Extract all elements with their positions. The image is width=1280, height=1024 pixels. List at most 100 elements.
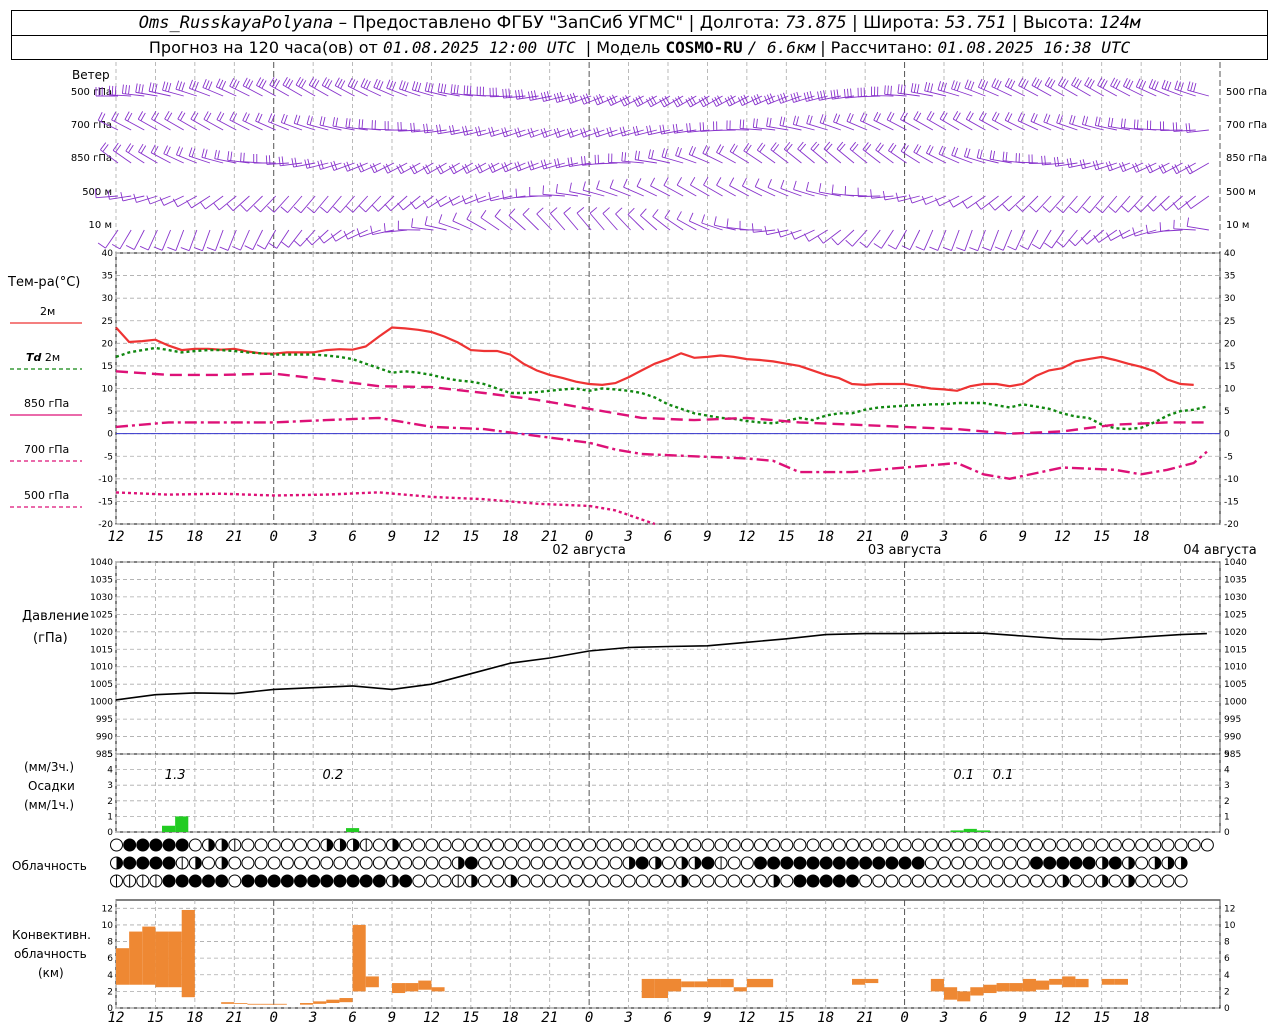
wind-barb-feather (729, 177, 735, 186)
wind-barb (729, 177, 750, 197)
wind-barb-feather (1056, 114, 1061, 123)
wind-barb (790, 229, 815, 240)
wind-barb-feather (675, 146, 680, 156)
wind-barb-feather (1125, 79, 1131, 88)
wind-barb-feather (186, 200, 192, 209)
cloud-symbol (478, 838, 491, 852)
cloud-symbol (556, 856, 570, 870)
cloud-circle (162, 874, 176, 888)
temp-ytick-left: 15 (102, 362, 113, 372)
cloud-symbol (977, 838, 991, 852)
cloud-symbol (517, 838, 531, 852)
wind-barb-feather (979, 149, 983, 159)
wind-barb (908, 194, 934, 204)
cloud-symbol (767, 856, 781, 870)
wind-barb-feather (1190, 82, 1194, 92)
wind-barb-staff (689, 220, 710, 231)
pressure-ytick-right: 1015 (1224, 645, 1247, 655)
cloud-circle (241, 838, 255, 852)
precip-ytick-right: 1 (1224, 812, 1230, 822)
temp-ytick-left: -10 (98, 475, 113, 485)
wind-barb (1121, 195, 1144, 213)
cloud-symbol (727, 874, 741, 888)
conv-x-tick: 15 (147, 1010, 164, 1024)
pressure-ytick-right: 1025 (1224, 610, 1247, 620)
cloud-symbol (556, 838, 570, 852)
wind-barb-feather (1007, 245, 1016, 251)
wind-barb-feather (649, 125, 652, 135)
conv-bar (129, 931, 143, 985)
conv-ytick-right: 0 (1224, 1004, 1230, 1014)
wind-barb-feather (702, 145, 708, 154)
conv-bar (746, 978, 760, 988)
cloud-circle (478, 856, 491, 870)
cloud-symbol (1148, 874, 1162, 888)
wind-barb (621, 152, 644, 164)
cloud-symbol (136, 838, 150, 852)
cloud-symbol (898, 838, 912, 852)
wind-barb-feather (202, 79, 207, 88)
wind-barb (849, 141, 868, 164)
wind-barb-feather (1002, 151, 1005, 161)
wind-barb-feather (901, 245, 911, 251)
wind-barb (240, 152, 263, 164)
temp-series-t700 (115, 416, 1208, 481)
wind-barb-feather (766, 117, 769, 127)
conv-bar (142, 926, 156, 985)
cloud-circle (964, 838, 978, 852)
conv-bar (1049, 978, 1063, 985)
conv-bar (720, 978, 734, 988)
wind-barb-staff (609, 129, 631, 137)
wind-level-label-right: 500 м (1226, 187, 1256, 198)
wind-barb-staff (767, 187, 789, 197)
cloud-circle (846, 874, 859, 888)
cloud-symbol (412, 838, 426, 852)
cloud-symbol (1148, 856, 1162, 870)
wind-barb-feather (1136, 119, 1139, 129)
cloud-circle (372, 838, 386, 852)
temp-series-t2m (115, 326, 1194, 392)
wind-barb-feather (806, 91, 810, 101)
cloud-symbol (399, 874, 413, 888)
wind-barb-feather (540, 92, 544, 102)
cloud-symbol (1187, 838, 1201, 852)
wind-barb-staff (281, 122, 303, 131)
cloud-symbol (451, 874, 465, 888)
wind-barb (1002, 151, 1025, 164)
wind-barb (242, 112, 263, 131)
wind-barb-feather (650, 177, 656, 187)
wind-barb-feather (648, 149, 651, 159)
wind-barb-staff (937, 229, 947, 251)
wind-barb (803, 229, 828, 242)
cloud-circle (517, 874, 531, 888)
wind-barb-feather (1004, 111, 1010, 121)
wind-barb (188, 79, 211, 97)
wind-barb (1132, 227, 1157, 237)
wind-barb-feather (956, 82, 961, 92)
wind-barb (475, 162, 500, 174)
cloud-circle (412, 838, 426, 852)
wind-barb (280, 113, 303, 131)
cloud-circle (307, 838, 321, 852)
wind-barb-feather (741, 177, 747, 187)
cloud-circle (846, 838, 859, 852)
cloud-circle (924, 856, 938, 870)
wind-barb-feather (951, 146, 956, 156)
wind-barb-feather (967, 80, 972, 90)
cloud-circle (714, 874, 728, 888)
wind-barb-feather (540, 160, 545, 170)
cloud-circle (491, 856, 505, 870)
cloud-half (1128, 857, 1135, 869)
cloud-circle (1135, 838, 1149, 852)
wind-barb-feather (426, 123, 429, 133)
cloud-circle (1174, 874, 1188, 888)
cloud-symbol (859, 838, 873, 852)
conv-bar (865, 978, 879, 984)
wind-barb-feather (954, 147, 959, 157)
wind-barb-feather (930, 83, 934, 93)
precip-ytick-right: 3 (1224, 781, 1230, 791)
wind-level-label-right: 700 гПа (1226, 120, 1267, 131)
wind-barb (1159, 222, 1183, 232)
wind-barb-feather (662, 124, 665, 134)
cloud-circle (1122, 838, 1135, 852)
